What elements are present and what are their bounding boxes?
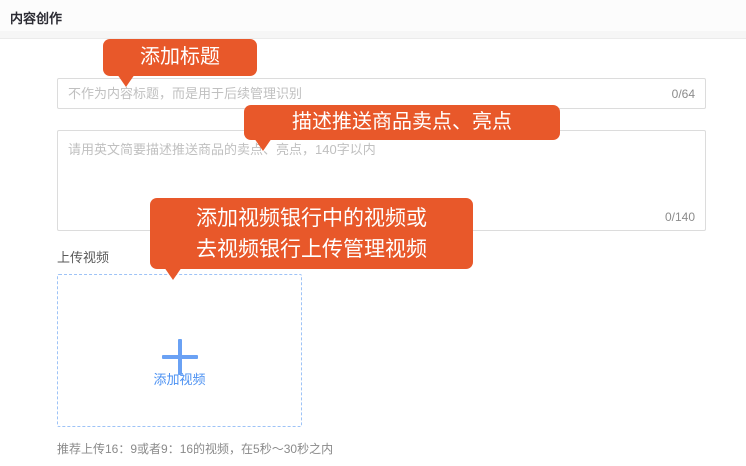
- header-divider: [0, 31, 746, 39]
- title-char-counter: 0/64: [672, 87, 705, 101]
- upload-hint-text: 推荐上传16：9或者9：16的视频，在5秒～30秒之内: [57, 440, 333, 457]
- callout-describe-points-text: 描述推送商品卖点、亮点: [292, 111, 512, 133]
- description-textarea[interactable]: [58, 131, 705, 207]
- add-video-upload-box[interactable]: 添加视频: [57, 274, 302, 427]
- upload-video-label: 上传视频: [57, 247, 109, 266]
- content-creation-page: 内容创作 0/64 0/140 上传视频 添加视频 推荐上传16：9或者9：16…: [0, 0, 746, 466]
- callout-arrow-down-icon: [117, 74, 135, 87]
- page-title: 内容创作: [10, 8, 62, 27]
- callout-add-video: 添加视频银行中的视频或 去视频银行上传管理视频: [150, 198, 473, 269]
- callout-add-title-text: 添加标题: [140, 46, 220, 68]
- callout-describe-points: 描述推送商品卖点、亮点: [244, 105, 560, 140]
- callout-add-title: 添加标题: [103, 39, 257, 76]
- callout-arrow-down-icon: [254, 138, 272, 151]
- callout-add-video-line2: 去视频银行上传管理视频: [150, 234, 473, 265]
- title-input[interactable]: [58, 86, 672, 101]
- description-char-counter: 0/140: [665, 210, 695, 224]
- callout-add-video-line1: 添加视频银行中的视频或: [150, 203, 473, 234]
- add-video-text: 添加视频: [58, 369, 301, 388]
- callout-arrow-down-icon: [164, 267, 182, 280]
- page-header: 内容创作: [0, 0, 746, 31]
